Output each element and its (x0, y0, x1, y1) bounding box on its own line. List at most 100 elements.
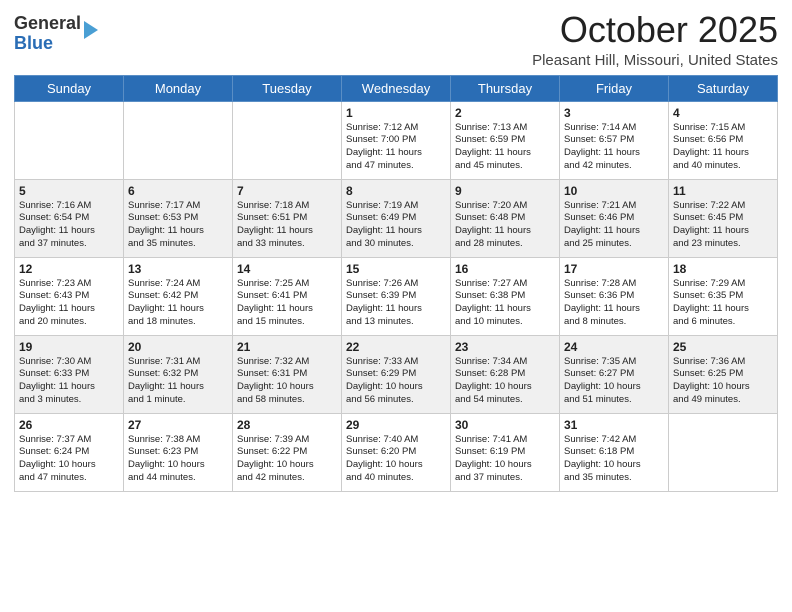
calendar-week-1: 1 Sunrise: 7:12 AM Sunset: 7:00 PM Daylig… (15, 101, 778, 179)
calendar-day: 7 Sunrise: 7:18 AM Sunset: 6:51 PM Daylig… (233, 179, 342, 257)
day-info: Sunrise: 7:18 AM Sunset: 6:51 PM Dayligh… (237, 200, 337, 251)
day-number: 19 (19, 340, 119, 354)
calendar-week-5: 26 Sunrise: 7:37 AM Sunset: 6:24 PM Dayli… (15, 413, 778, 491)
calendar-day: 27Sunrise: 7:38 AM Sunset: 6:23 PM Dayli… (124, 413, 233, 491)
logo-text-area: General Blue (14, 14, 98, 54)
calendar-day: 21 Sunrise: 7:32 AM Sunset: 6:31 PM Dayli… (233, 335, 342, 413)
calendar: Sunday Monday Tuesday Wednesday Thursday… (14, 75, 778, 492)
day-number: 27 (128, 418, 228, 432)
day-number: 26 (19, 418, 119, 432)
calendar-day: 12 Sunrise: 7:23 AM Sunset: 6:43 PM Dayli… (15, 257, 124, 335)
title-area: October 2025 Pleasant Hill, Missouri, Un… (532, 10, 778, 69)
day-number: 24 (564, 340, 664, 354)
day-info: Sunrise: 7:15 AM Sunset: 6:56 PM Dayligh… (673, 122, 773, 173)
day-number: 29 (346, 418, 446, 432)
calendar-day: 25 Sunrise: 7:36 AM Sunset: 6:25 PM Dayli… (669, 335, 778, 413)
day-info: Sunrise: 7:39 AM Sunset: 6:22 PM Dayligh… (237, 434, 337, 485)
day-number: 20 (128, 340, 228, 354)
calendar-day: 6Sunrise: 7:17 AM Sunset: 6:53 PM Daylig… (124, 179, 233, 257)
day-number: 21 (237, 340, 337, 354)
calendar-week-2: 5 Sunrise: 7:16 AM Sunset: 6:54 PM Daylig… (15, 179, 778, 257)
calendar-day: 5 Sunrise: 7:16 AM Sunset: 6:54 PM Daylig… (15, 179, 124, 257)
calendar-day: 29 Sunrise: 7:40 AM Sunset: 6:20 PM Dayli… (342, 413, 451, 491)
day-number: 15 (346, 262, 446, 276)
calendar-day: 3Sunrise: 7:14 AM Sunset: 6:57 PM Daylig… (560, 101, 669, 179)
calendar-day: 9Sunrise: 7:20 AM Sunset: 6:48 PM Daylig… (451, 179, 560, 257)
day-info: Sunrise: 7:17 AM Sunset: 6:53 PM Dayligh… (128, 200, 228, 251)
calendar-day: 15Sunrise: 7:26 AM Sunset: 6:39 PM Dayli… (342, 257, 451, 335)
day-info: Sunrise: 7:21 AM Sunset: 6:46 PM Dayligh… (564, 200, 664, 251)
day-number: 31 (564, 418, 664, 432)
day-info: Sunrise: 7:32 AM Sunset: 6:31 PM Dayligh… (237, 356, 337, 407)
day-info: Sunrise: 7:16 AM Sunset: 6:54 PM Dayligh… (19, 200, 119, 251)
calendar-day (124, 101, 233, 179)
day-info: Sunrise: 7:31 AM Sunset: 6:32 PM Dayligh… (128, 356, 228, 407)
calendar-day: 4 Sunrise: 7:15 AM Sunset: 6:56 PM Daylig… (669, 101, 778, 179)
calendar-day: 19Sunrise: 7:30 AM Sunset: 6:33 PM Dayli… (15, 335, 124, 413)
calendar-week-3: 12 Sunrise: 7:23 AM Sunset: 6:43 PM Dayli… (15, 257, 778, 335)
day-number: 9 (455, 184, 555, 198)
calendar-day: 23Sunrise: 7:34 AM Sunset: 6:28 PM Dayli… (451, 335, 560, 413)
col-thursday: Thursday (451, 75, 560, 101)
calendar-day: 13 Sunrise: 7:24 AM Sunset: 6:42 PM Dayli… (124, 257, 233, 335)
calendar-day (669, 413, 778, 491)
day-number: 2 (455, 106, 555, 120)
day-number: 11 (673, 184, 773, 198)
logo: General Blue (14, 14, 98, 54)
day-info: Sunrise: 7:36 AM Sunset: 6:25 PM Dayligh… (673, 356, 773, 407)
day-info: Sunrise: 7:28 AM Sunset: 6:36 PM Dayligh… (564, 278, 664, 329)
day-info: Sunrise: 7:41 AM Sunset: 6:19 PM Dayligh… (455, 434, 555, 485)
calendar-day: 22Sunrise: 7:33 AM Sunset: 6:29 PM Dayli… (342, 335, 451, 413)
day-info: Sunrise: 7:34 AM Sunset: 6:28 PM Dayligh… (455, 356, 555, 407)
calendar-day: 28 Sunrise: 7:39 AM Sunset: 6:22 PM Dayli… (233, 413, 342, 491)
day-info: Sunrise: 7:35 AM Sunset: 6:27 PM Dayligh… (564, 356, 664, 407)
calendar-day: 14 Sunrise: 7:25 AM Sunset: 6:41 PM Dayli… (233, 257, 342, 335)
day-info: Sunrise: 7:23 AM Sunset: 6:43 PM Dayligh… (19, 278, 119, 329)
day-info: Sunrise: 7:29 AM Sunset: 6:35 PM Dayligh… (673, 278, 773, 329)
col-friday: Friday (560, 75, 669, 101)
day-info: Sunrise: 7:27 AM Sunset: 6:38 PM Dayligh… (455, 278, 555, 329)
calendar-day: 2Sunrise: 7:13 AM Sunset: 6:59 PM Daylig… (451, 101, 560, 179)
calendar-day: 17 Sunrise: 7:28 AM Sunset: 6:36 PM Dayli… (560, 257, 669, 335)
day-number: 16 (455, 262, 555, 276)
calendar-day: 30 Sunrise: 7:41 AM Sunset: 6:19 PM Dayli… (451, 413, 560, 491)
logo-arrow-icon (84, 21, 98, 39)
header: General Blue October 2025 Pleasant Hill,… (14, 10, 778, 69)
col-sunday: Sunday (15, 75, 124, 101)
day-number: 4 (673, 106, 773, 120)
calendar-day: 18Sunrise: 7:29 AM Sunset: 6:35 PM Dayli… (669, 257, 778, 335)
day-number: 28 (237, 418, 337, 432)
calendar-day (233, 101, 342, 179)
day-info: Sunrise: 7:25 AM Sunset: 6:41 PM Dayligh… (237, 278, 337, 329)
calendar-day: 8Sunrise: 7:19 AM Sunset: 6:49 PM Daylig… (342, 179, 451, 257)
page: General Blue October 2025 Pleasant Hill,… (0, 0, 792, 612)
day-info: Sunrise: 7:40 AM Sunset: 6:20 PM Dayligh… (346, 434, 446, 485)
day-number: 7 (237, 184, 337, 198)
day-info: Sunrise: 7:37 AM Sunset: 6:24 PM Dayligh… (19, 434, 119, 485)
calendar-day: 11Sunrise: 7:22 AM Sunset: 6:45 PM Dayli… (669, 179, 778, 257)
day-info: Sunrise: 7:24 AM Sunset: 6:42 PM Dayligh… (128, 278, 228, 329)
day-number: 5 (19, 184, 119, 198)
day-info: Sunrise: 7:42 AM Sunset: 6:18 PM Dayligh… (564, 434, 664, 485)
calendar-day: 31 Sunrise: 7:42 AM Sunset: 6:18 PM Dayli… (560, 413, 669, 491)
calendar-day: 20 Sunrise: 7:31 AM Sunset: 6:32 PM Dayli… (124, 335, 233, 413)
day-number: 30 (455, 418, 555, 432)
day-number: 12 (19, 262, 119, 276)
col-saturday: Saturday (669, 75, 778, 101)
day-number: 17 (564, 262, 664, 276)
day-number: 14 (237, 262, 337, 276)
month-title: October 2025 (532, 10, 778, 50)
day-number: 1 (346, 106, 446, 120)
calendar-day: 1 Sunrise: 7:12 AM Sunset: 7:00 PM Daylig… (342, 101, 451, 179)
day-number: 10 (564, 184, 664, 198)
day-info: Sunrise: 7:14 AM Sunset: 6:57 PM Dayligh… (564, 122, 664, 173)
location: Pleasant Hill, Missouri, United States (532, 52, 778, 69)
day-info: Sunrise: 7:12 AM Sunset: 7:00 PM Dayligh… (346, 122, 446, 173)
day-number: 13 (128, 262, 228, 276)
calendar-day: 26 Sunrise: 7:37 AM Sunset: 6:24 PM Dayli… (15, 413, 124, 491)
calendar-week-4: 19Sunrise: 7:30 AM Sunset: 6:33 PM Dayli… (15, 335, 778, 413)
day-number: 25 (673, 340, 773, 354)
calendar-day: 10 Sunrise: 7:21 AM Sunset: 6:46 PM Dayli… (560, 179, 669, 257)
calendar-day: 24 Sunrise: 7:35 AM Sunset: 6:27 PM Dayli… (560, 335, 669, 413)
logo-general: General Blue (14, 14, 81, 54)
